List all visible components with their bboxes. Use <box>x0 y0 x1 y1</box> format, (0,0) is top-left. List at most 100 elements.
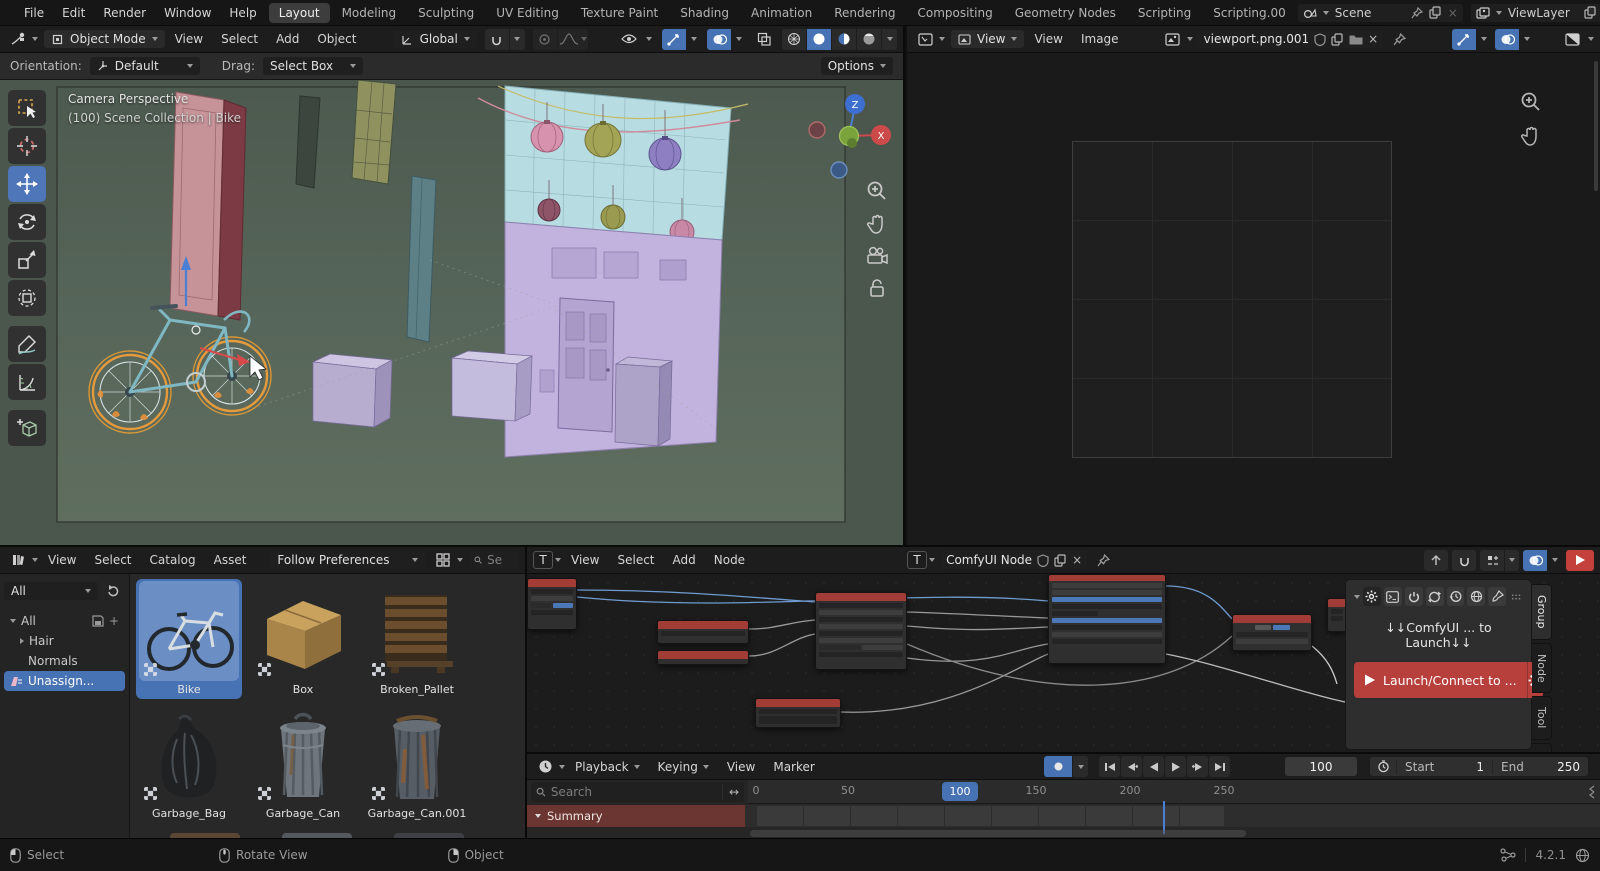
comfy-node-prompt[interactable] <box>755 698 841 728</box>
node-editor-type-caret[interactable] <box>555 558 561 562</box>
save-catalog-icon[interactable] <box>92 615 104 627</box>
duplicate-icon[interactable] <box>1331 33 1344 46</box>
pin-icon[interactable] <box>1411 7 1423 19</box>
image-zoom-in-icon[interactable] <box>1520 91 1542 113</box>
snap-magnet-icon[interactable] <box>485 29 509 50</box>
duplicate-icon[interactable] <box>1584 6 1597 19</box>
overlays-toggle-icon[interactable] <box>707 29 731 50</box>
summary-expand-caret[interactable] <box>535 814 541 818</box>
gizmos-toggle-icon[interactable] <box>662 29 686 50</box>
workspace-tab-scripting-00[interactable]: Scripting.00 <box>1203 3 1295 23</box>
asset-filter-dropdown[interactable]: All <box>4 582 98 600</box>
timeline-scrollbar[interactable] <box>750 830 1246 837</box>
asset-menu-asset[interactable]: Asset <box>206 550 255 570</box>
workspace-tab-uv-editing[interactable]: UV Editing <box>486 3 569 23</box>
power-icon[interactable] <box>1405 587 1423 606</box>
comfy-node-save[interactable] <box>1232 614 1312 651</box>
timeline-menu-playback[interactable]: Playback <box>567 757 648 777</box>
timeline-menu-keying[interactable]: Keying <box>650 757 717 777</box>
node-editor-type-icon[interactable]: T <box>533 551 553 569</box>
display-channels-icon[interactable] <box>1560 29 1584 50</box>
add-catalog-icon[interactable]: + <box>109 614 119 628</box>
workspace-tab-texture-paint[interactable]: Texture Paint <box>571 3 668 23</box>
xray-toggle-icon[interactable] <box>752 29 776 50</box>
fake-user-shield-icon[interactable] <box>1314 33 1326 46</box>
current-frame-badge[interactable]: 100 <box>942 782 978 801</box>
image-editor-type-caret[interactable] <box>939 37 945 41</box>
timeline-menu-view[interactable]: View <box>719 757 763 777</box>
node-menu-select[interactable]: Select <box>609 550 662 570</box>
comfy-node-install[interactable] <box>657 650 749 665</box>
workspace-tab-scripting[interactable]: Scripting <box>1128 3 1201 23</box>
image-editor-type-icon[interactable] <box>913 29 937 50</box>
image-menu-view[interactable]: View <box>1026 29 1070 49</box>
gizmos-caret[interactable] <box>687 29 701 50</box>
tool-add-primitive[interactable] <box>8 410 46 446</box>
node-header[interactable] <box>816 593 906 601</box>
launch-connect-button[interactable]: Launch/Connect to ... <box>1354 662 1527 698</box>
image-gizmos-caret[interactable] <box>1477 29 1491 50</box>
node-header[interactable] <box>1233 615 1311 623</box>
comfy-node-loaddiffuse[interactable] <box>815 592 907 670</box>
import-method-dropdown[interactable]: Follow Preferences <box>270 551 425 569</box>
menu-window[interactable]: Window <box>156 3 219 23</box>
workspace-tab-shading[interactable]: Shading <box>670 3 739 23</box>
viewport-menu-object[interactable]: Object <box>309 29 364 49</box>
snap-grid-icon[interactable] <box>1480 550 1504 571</box>
image-gizmos-toggle-icon[interactable] <box>1452 29 1476 50</box>
node-header[interactable] <box>1328 599 1346 607</box>
node-overlays-caret[interactable] <box>1548 550 1562 571</box>
history-clock-icon[interactable] <box>1447 587 1465 606</box>
sidebar-tab-group[interactable]: Group <box>1532 584 1552 640</box>
node-header[interactable] <box>658 621 748 629</box>
workspace-tab-rendering[interactable]: Rendering <box>824 3 905 23</box>
tool-scale[interactable] <box>8 242 46 278</box>
transform-orientation-dropdown[interactable]: Global <box>394 30 477 48</box>
tool-measure[interactable] <box>8 364 46 400</box>
display-mode-grid-icon[interactable] <box>431 550 455 571</box>
pin-icon[interactable] <box>1393 33 1406 46</box>
viewlayer-selector[interactable]: ViewLayer × <box>1471 4 1600 22</box>
prev-keyframe-button[interactable] <box>1121 756 1142 777</box>
timeline-menu-marker[interactable]: Marker <box>765 757 822 777</box>
next-keyframe-button[interactable] <box>1187 756 1208 777</box>
asset-browser-type-caret[interactable] <box>32 558 38 562</box>
duplicate-icon[interactable] <box>1054 554 1067 567</box>
unlink-icon[interactable]: × <box>1368 32 1378 46</box>
node-canvas[interactable]: ↓↓ComfyUI ... to Launch↓↓ Launch/Connect… <box>527 574 1600 752</box>
image-canvas[interactable] <box>907 53 1600 545</box>
navigation-gizmo[interactable]: Z X <box>805 88 895 188</box>
mode-dropdown[interactable]: Object Mode <box>44 30 165 48</box>
image-browse-caret[interactable] <box>1187 37 1193 41</box>
node-tree-name-field[interactable]: ComfyUI Node × <box>941 551 1087 569</box>
tool-cursor[interactable] <box>8 128 46 164</box>
gizmo-axis-x[interactable]: X <box>878 131 885 142</box>
workspace-tab-geometry-nodes[interactable]: Geometry Nodes <box>1005 3 1126 23</box>
asset-tile-garbage-can[interactable]: Garbage_Can <box>250 703 356 823</box>
catalog-item-unassigned[interactable]: Unassign... <box>4 671 125 691</box>
asset-tile-garbage-bag[interactable]: Garbage_Bag <box>136 703 242 823</box>
workspace-tab-layout[interactable]: Layout <box>269 3 330 23</box>
proportional-falloff-icon[interactable] <box>558 29 588 50</box>
orientation-dropdown[interactable]: Default <box>90 57 200 75</box>
overlays-caret[interactable] <box>732 29 746 50</box>
asset-search-box[interactable] <box>469 551 519 569</box>
shading-wireframe-icon[interactable] <box>782 29 806 50</box>
zoom-in-icon[interactable] <box>866 180 888 202</box>
display-channels-caret[interactable] <box>1588 37 1594 41</box>
collapse-chevrons-icon[interactable] <box>1587 785 1597 799</box>
proportional-edit-icon[interactable] <box>533 29 557 50</box>
play-button[interactable] <box>1165 756 1186 777</box>
asset-menu-select[interactable]: Select <box>86 550 139 570</box>
frame-start-field[interactable]: Start1 <box>1396 760 1492 774</box>
timeline-search-input[interactable] <box>551 785 717 799</box>
shading-material-icon[interactable] <box>832 29 856 50</box>
run-workflow-button[interactable] <box>1566 550 1594 571</box>
catalog-item-hair[interactable]: Hair <box>4 631 125 651</box>
tool-rotate[interactable] <box>8 204 46 240</box>
viewport-menu-select[interactable]: Select <box>213 29 266 49</box>
camera-view-icon[interactable] <box>865 246 889 266</box>
workspace-tab-compositing[interactable]: Compositing <box>907 3 1002 23</box>
gear-icon[interactable] <box>1363 587 1381 606</box>
play-reverse-button[interactable] <box>1143 756 1164 777</box>
